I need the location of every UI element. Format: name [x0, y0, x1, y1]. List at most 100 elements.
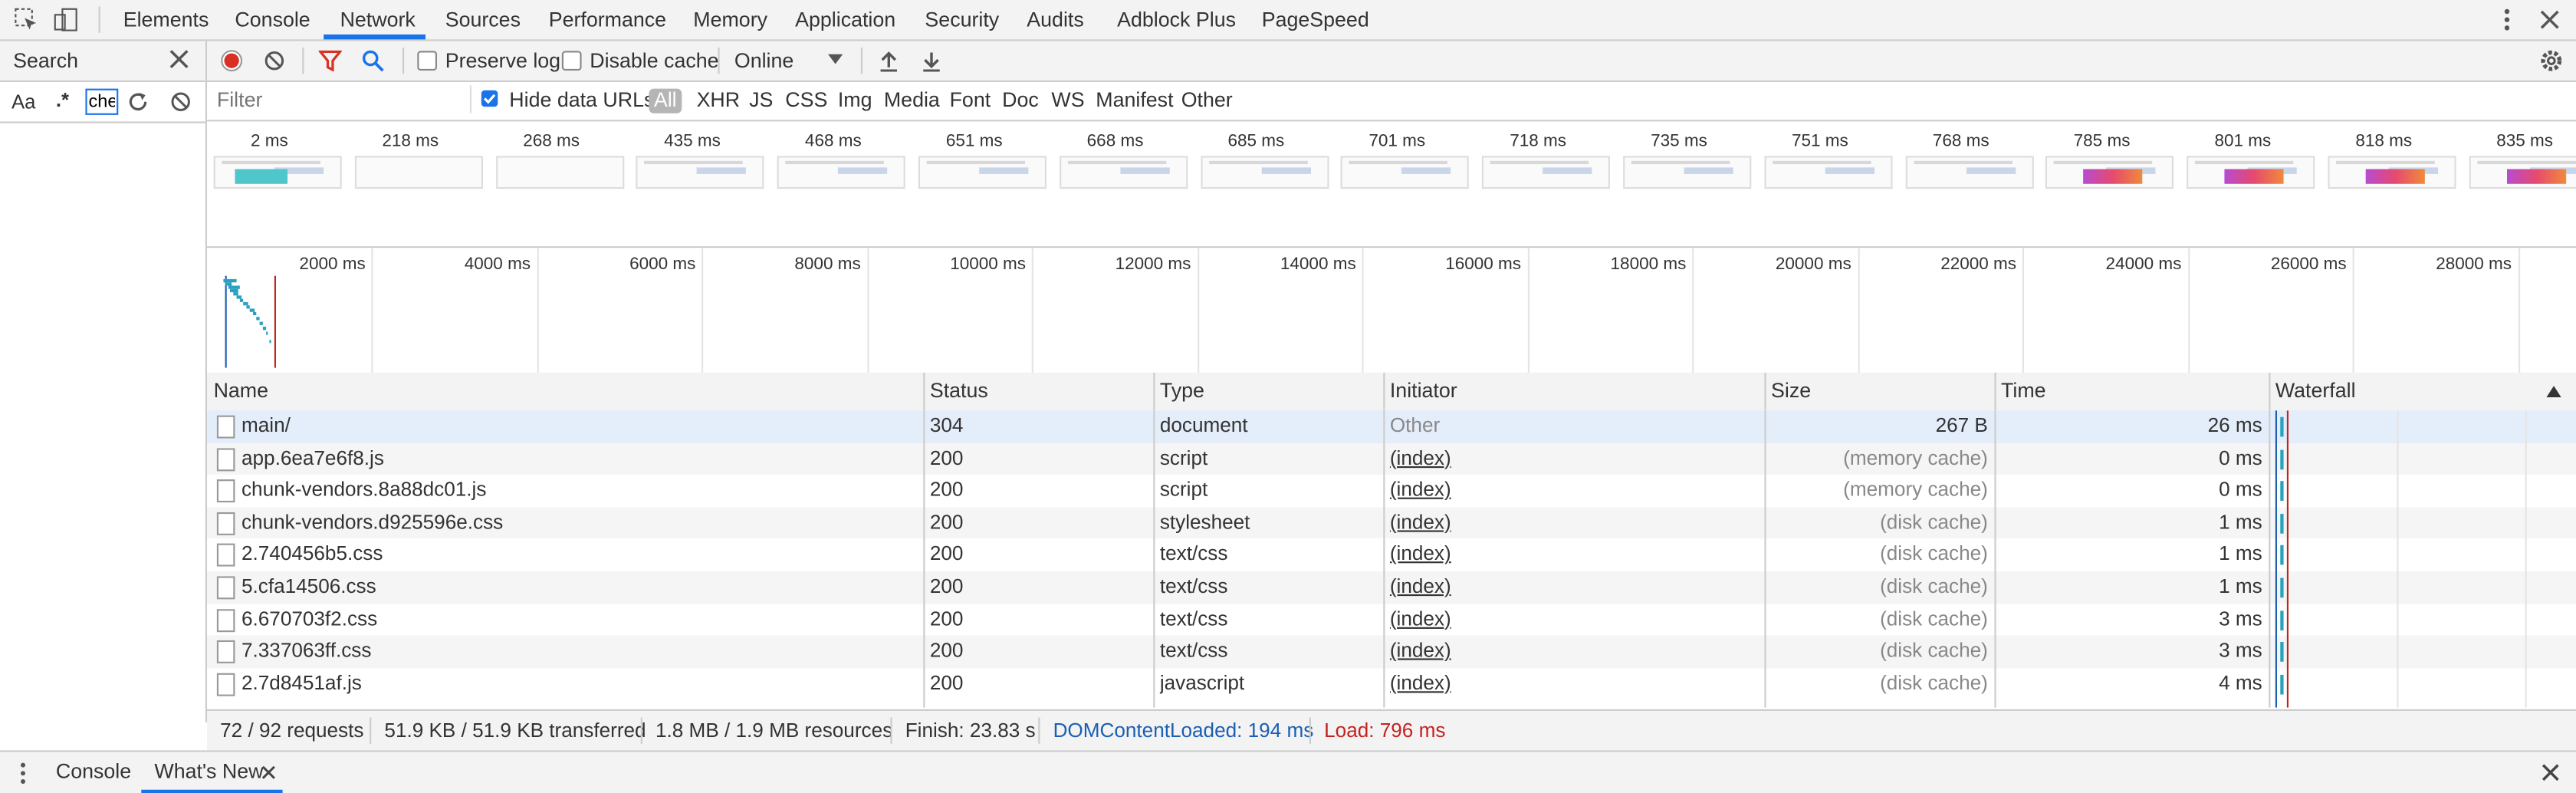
screenshot-thumbnail[interactable] [495, 156, 624, 189]
table-row[interactable]: 7.337063ff.css 200 text/css (index) (disk ca… [207, 635, 2576, 668]
screenshot-thumbnail[interactable] [2328, 156, 2456, 189]
drawer-menu-icon[interactable] [16, 762, 29, 785]
screenshot-thumbnail[interactable] [213, 156, 342, 189]
refresh-search-icon[interactable] [127, 90, 150, 114]
screenshot-thumbnail[interactable] [777, 156, 906, 189]
throttling-select[interactable]: Online [734, 49, 794, 72]
column-initiator[interactable]: Initiator [1383, 373, 1457, 410]
hide-data-urls-checkbox[interactable] [481, 90, 498, 107]
screenshot-thumbnail[interactable] [2469, 156, 2576, 189]
tab-application[interactable]: Application [792, 0, 899, 39]
search-icon[interactable] [361, 49, 384, 72]
cell-initiator[interactable]: (index) [1390, 668, 1751, 700]
screenshot-thumbnail[interactable] [1763, 156, 1893, 189]
tab-network[interactable]: Network [337, 0, 419, 39]
filter-type-manifest[interactable]: Manifest [1096, 89, 1173, 112]
tab-memory[interactable]: Memory [690, 0, 770, 39]
tab-security[interactable]: Security [922, 0, 1002, 39]
network-settings-gear-icon[interactable] [2538, 48, 2564, 74]
screenshot-thumbnail[interactable] [1904, 156, 2033, 189]
export-har-icon[interactable] [920, 49, 943, 72]
tab-audits[interactable]: Audits [1024, 0, 1087, 39]
preserve-log-checkbox[interactable] [417, 51, 437, 71]
filter-type-img[interactable]: Img [838, 89, 872, 112]
column-status[interactable]: Status [923, 373, 988, 410]
match-case-toggle[interactable]: Aa [12, 90, 35, 114]
cell-name[interactable]: 6.670703f2.css [242, 604, 915, 636]
tab-adblock-plus[interactable]: Adblock Plus [1114, 0, 1239, 39]
filter-input[interactable] [210, 85, 472, 114]
tab-sources[interactable]: Sources [442, 0, 524, 39]
cell-name[interactable]: app.6ea7e6f8.js [242, 443, 915, 475]
table-row[interactable]: app.6ea7e6f8.js 200 script (index) (memory c… [207, 443, 2576, 475]
cell-initiator[interactable]: (index) [1390, 636, 1751, 668]
cell-initiator[interactable]: (index) [1390, 475, 1751, 507]
screenshot-thumbnail[interactable] [2045, 156, 2174, 189]
column-name[interactable]: Name [207, 373, 268, 410]
clear-log-icon[interactable] [263, 49, 286, 72]
cell-name[interactable]: 2.7d8451af.js [242, 668, 915, 700]
import-har-icon[interactable] [877, 49, 900, 72]
screenshot-thumbnail[interactable] [2187, 156, 2315, 189]
cell-initiator[interactable]: (index) [1390, 443, 1751, 475]
inspect-element-icon[interactable] [13, 7, 39, 33]
close-whats-new-icon[interactable] [261, 765, 276, 780]
filter-type-other[interactable]: Other [1181, 89, 1233, 112]
chevron-down-icon[interactable] [828, 54, 843, 66]
cell-initiator[interactable]: (index) [1390, 604, 1751, 636]
filter-type-xhr[interactable]: XHR [697, 89, 741, 112]
cell-initiator[interactable]: (index) [1390, 571, 1751, 604]
table-row[interactable]: 2.740456b5.css 200 text/css (index) (disk ca… [207, 539, 2576, 571]
tab-console[interactable]: Console [232, 0, 314, 39]
filter-type-media[interactable]: Media [884, 89, 940, 112]
screenshot-thumbnail[interactable] [918, 156, 1046, 189]
drawer-tab-whats-new[interactable]: What's New [154, 760, 263, 783]
filter-type-ws[interactable]: WS [1051, 89, 1084, 112]
screenshot-thumbnail[interactable] [1623, 156, 1752, 189]
close-devtools-icon[interactable] [2537, 7, 2563, 33]
table-row[interactable]: 5.cfa14506.css 200 text/css (index) (disk ca… [207, 571, 2576, 604]
screenshot-thumbnail[interactable] [1482, 156, 1611, 189]
more-options-icon[interactable] [2494, 7, 2520, 33]
table-row[interactable]: 2.7d8451af.js 200 javascript (index) (disk c… [207, 668, 2576, 700]
cell-name[interactable]: 7.337063ff.css [242, 636, 915, 668]
table-row[interactable]: chunk-vendors.d925596e.css 200 stylesheet (… [207, 507, 2576, 540]
tab-performance[interactable]: Performance [545, 0, 669, 39]
screenshot-thumbnail[interactable] [1200, 156, 1329, 189]
regex-toggle[interactable]: .* [56, 89, 69, 112]
tab-pagespeed[interactable]: PageSpeed [1258, 0, 1372, 39]
timeline-overview[interactable]: 2000 ms 4000 ms 6000 ms 8000 ms 10000 ms 1200… [207, 248, 2576, 375]
clear-search-icon[interactable] [169, 90, 192, 114]
cell-name[interactable]: chunk-vendors.8a88dc01.js [242, 475, 915, 507]
tab-elements[interactable]: Elements [120, 0, 212, 39]
drawer-tab-console[interactable]: Console [56, 760, 131, 783]
table-row[interactable]: main/304 document Other 267 B 26 ms [207, 410, 2576, 443]
cell-initiator[interactable]: (index) [1390, 539, 1751, 571]
screenshot-thumbnail[interactable] [636, 156, 765, 189]
record-icon[interactable] [220, 49, 243, 72]
column-type[interactable]: Type [1153, 373, 1204, 410]
screenshot-thumbnail[interactable] [1341, 156, 1470, 189]
filter-type-font[interactable]: Font [950, 89, 991, 112]
screenshot-thumbnail[interactable] [354, 156, 483, 189]
device-toolbar-icon[interactable] [53, 7, 79, 33]
column-time[interactable]: Time [1994, 373, 2046, 410]
filter-type-css[interactable]: CSS [785, 89, 827, 112]
close-search-icon[interactable] [168, 48, 191, 71]
screenshot-thumbnail[interactable] [1059, 156, 1188, 189]
table-row[interactable]: chunk-vendors.8a88dc01.js 200 script (index… [207, 475, 2576, 507]
filter-icon[interactable] [318, 49, 342, 72]
cell-name[interactable]: main/ [242, 410, 915, 443]
column-size[interactable]: Size [1764, 373, 1811, 410]
filter-type-js[interactable]: JS [749, 89, 773, 112]
cell-initiator[interactable]: (index) [1390, 507, 1751, 539]
filter-type-all[interactable]: All [649, 88, 682, 114]
table-row[interactable]: 6.670703f2.css 200 text/css (index) (disk ca… [207, 604, 2576, 636]
filter-type-doc[interactable]: Doc [1002, 89, 1039, 112]
disable-cache-checkbox[interactable] [561, 51, 582, 71]
sort-ascending-icon[interactable] [2546, 386, 2561, 398]
column-waterfall[interactable]: Waterfall [2269, 373, 2356, 410]
cell-name[interactable]: 5.cfa14506.css [242, 571, 915, 604]
cell-name[interactable]: chunk-vendors.d925596e.css [242, 507, 915, 539]
cell-name[interactable]: 2.740456b5.css [242, 539, 915, 571]
